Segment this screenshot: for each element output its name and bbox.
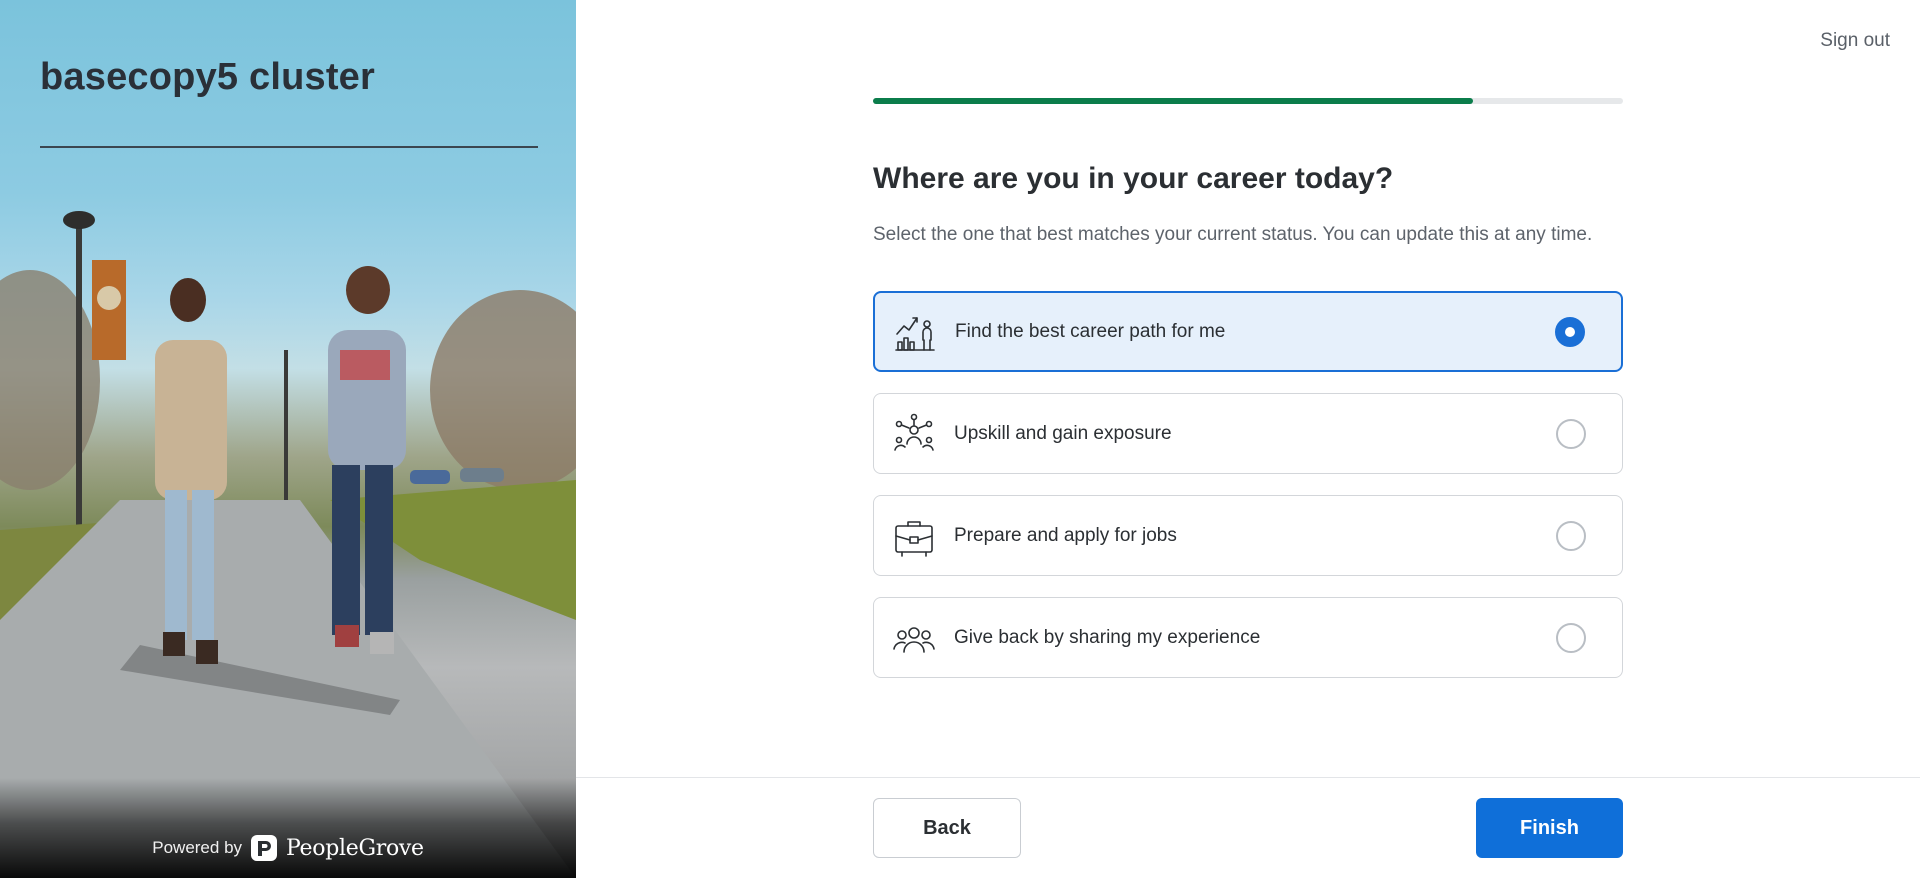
- back-button[interactable]: Back: [873, 798, 1021, 858]
- page-title: Where are you in your career today?: [873, 162, 1394, 195]
- peoplegrove-logo-icon: [251, 835, 278, 861]
- briefcase-icon: [895, 520, 933, 557]
- career-path-icon: [895, 316, 935, 351]
- radio-button[interactable]: [1555, 316, 1585, 347]
- platform-name: PeopleGrove: [286, 835, 424, 861]
- powered-by-footer: Powered by PeopleGrove: [0, 778, 576, 878]
- option-prepare-apply[interactable]: Prepare and apply for jobs: [873, 495, 1623, 576]
- option-label: Give back by sharing my experience: [954, 626, 1261, 648]
- option-find-career-path[interactable]: Find the best career path for me: [873, 291, 1623, 372]
- option-label: Upskill and gain exposure: [954, 422, 1172, 444]
- page-subtitle: Select the one that best matches your cu…: [873, 224, 1593, 245]
- footer-divider: [576, 777, 1920, 778]
- option-upskill[interactable]: Upskill and gain exposure: [873, 393, 1623, 474]
- group-people-icon: [893, 626, 935, 653]
- option-label: Prepare and apply for jobs: [954, 524, 1177, 546]
- radio-button[interactable]: [1556, 622, 1586, 653]
- onboarding-progress-bar: [873, 98, 1623, 104]
- option-label: Find the best career path for me: [955, 320, 1226, 342]
- powered-by-text: Powered by: [152, 838, 243, 857]
- sign-out-link[interactable]: Sign out: [1820, 30, 1890, 52]
- brand-panel: basecopy5 cluster Powered by PeopleGrove: [0, 0, 576, 878]
- community-title: basecopy5 cluster: [40, 56, 376, 98]
- network-people-icon: [894, 413, 934, 451]
- option-give-back[interactable]: Give back by sharing my experience: [873, 597, 1623, 678]
- career-stage-options: Find the best career path for me Upskill…: [873, 291, 1623, 699]
- radio-button[interactable]: [1556, 418, 1586, 449]
- finish-button[interactable]: Finish: [1476, 798, 1623, 858]
- progress-fill: [873, 98, 1473, 104]
- campus-photo: [0, 211, 576, 878]
- radio-button[interactable]: [1556, 520, 1586, 551]
- title-divider: [40, 146, 538, 148]
